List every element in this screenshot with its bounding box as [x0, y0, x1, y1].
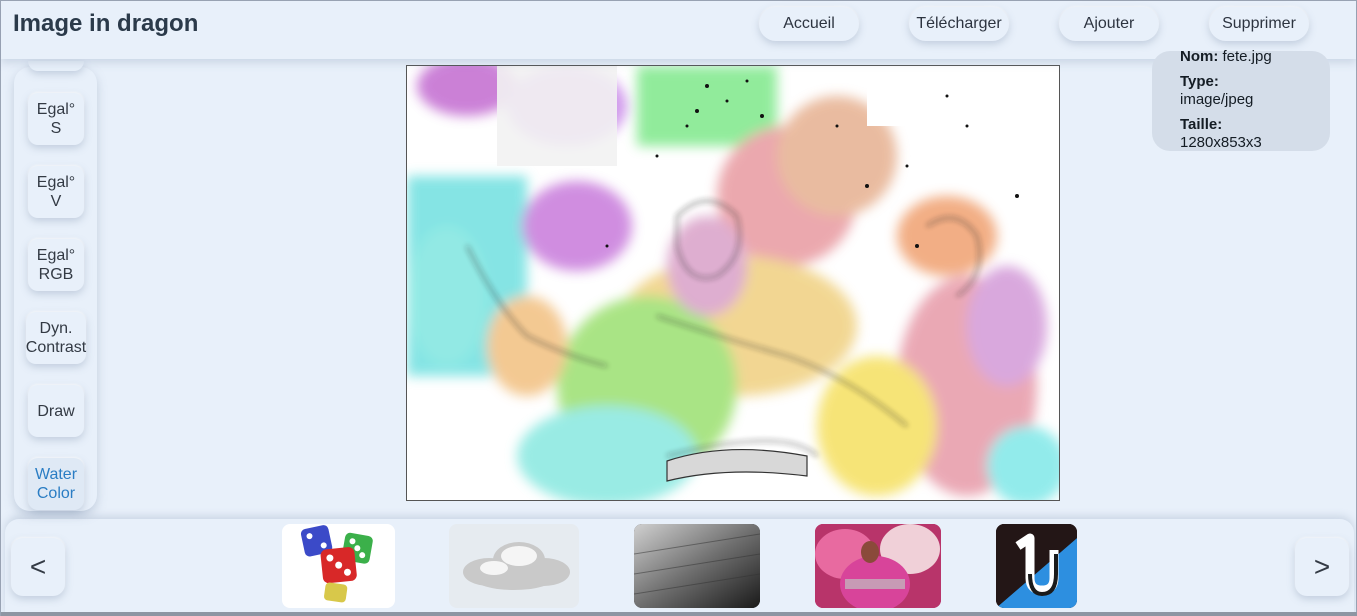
filter-label-line1: Egal°: [36, 101, 76, 118]
filter-watercolor-button[interactable]: Water Color: [28, 458, 84, 510]
home-button[interactable]: Accueil: [759, 7, 859, 41]
filter-equalize-v-button[interactable]: Egal° V: [28, 166, 84, 218]
filter-equalize-rgb-button[interactable]: Egal° RGB: [28, 239, 84, 291]
info-type-label: Type:: [1180, 73, 1219, 90]
dice-thumbnail[interactable]: [282, 524, 395, 608]
info-size-row: Taille: 1280x853x3: [1180, 116, 1330, 152]
top-bar: Image in dragon Accueil Télécharger Ajou…: [1, 1, 1356, 59]
info-size-label: Taille:: [1180, 116, 1223, 133]
gray-texture-image: [634, 524, 760, 608]
festival-image: [815, 524, 941, 608]
app-title: Image in dragon: [13, 10, 199, 37]
logo-thumbnail[interactable]: [996, 524, 1077, 608]
info-name-row: Nom: fete.jpg: [1180, 48, 1330, 66]
filter-label-line1: Egal°: [36, 174, 76, 191]
filter-label-line1: Dyn.: [39, 320, 73, 337]
dice-image: [300, 525, 373, 603]
festival-thumbnail[interactable]: [815, 524, 941, 608]
watercolor-festival-image: [407, 66, 1059, 500]
filter-label-line2: V: [50, 193, 62, 210]
delete-button[interactable]: Supprimer: [1209, 7, 1309, 41]
image-info-panel: Nom: fete.jpg Type: image/jpeg Taille: 1…: [1152, 48, 1330, 152]
filter-equalize-s-button[interactable]: Egal° S: [28, 93, 84, 145]
gray-texture-thumbnail[interactable]: [634, 524, 760, 608]
info-size-value: 1280x853x3: [1180, 134, 1262, 151]
filter-button-partial[interactable]: [28, 61, 84, 71]
filter-label-line1: Water: [34, 466, 78, 483]
info-name-label: Nom:: [1180, 48, 1219, 65]
main-image-preview: [406, 65, 1060, 501]
filter-label-line2: Color: [36, 485, 76, 502]
window-bottom-edge: [1, 612, 1357, 616]
filter-dynamic-contrast-button[interactable]: Dyn. Contrast: [26, 312, 86, 364]
filter-label-line2: S: [50, 120, 62, 137]
cloud-thumbnail[interactable]: [449, 524, 579, 608]
filter-label-line2: Contrast: [25, 339, 87, 356]
info-type-value: image/jpeg: [1180, 91, 1254, 108]
carousel-next-button[interactable]: >: [1295, 538, 1349, 596]
filter-label-line1: Draw: [37, 402, 75, 420]
logo-image: [996, 524, 1077, 608]
info-name-value: fete.jpg: [1222, 48, 1272, 65]
add-button[interactable]: Ajouter: [1059, 7, 1159, 41]
info-type-row: Type: image/jpeg: [1180, 73, 1330, 109]
cloud-image: [463, 542, 570, 590]
filter-label-line1: Egal°: [36, 247, 76, 264]
carousel-prev-button[interactable]: <: [11, 538, 65, 596]
filter-draw-button[interactable]: Draw: [28, 385, 84, 437]
filter-label-line2: RGB: [38, 266, 74, 283]
filter-sidebar: Egal° S Egal° V Egal° RGB Dyn. Contrast …: [14, 61, 97, 511]
download-button[interactable]: Télécharger: [909, 7, 1009, 41]
